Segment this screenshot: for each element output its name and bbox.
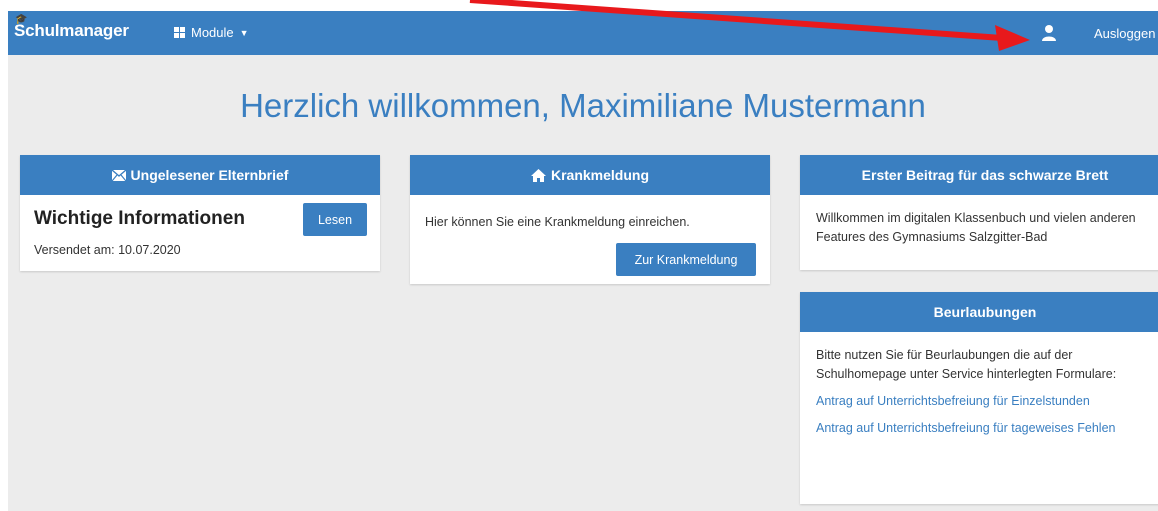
card-header: Beurlaubungen xyxy=(800,292,1158,332)
caret-down-icon: ▼ xyxy=(239,27,249,38)
card-header-label: Krankmeldung xyxy=(550,167,649,183)
card-header: Ungelesener Elternbrief xyxy=(20,155,380,195)
card-header: Erster Beitrag für das schwarze Brett xyxy=(800,155,1158,195)
brand-logo[interactable]: 🎓 Schulmanager xyxy=(14,14,129,41)
brand-name: Schulmanager xyxy=(14,21,129,40)
top-navbar: 🎓 Schulmanager Module ▼ Ausloggen xyxy=(8,11,1158,55)
module-menu[interactable]: Module ▼ xyxy=(174,25,249,40)
card-body: Bitte nutzen Sie für Beurlaubungen die a… xyxy=(800,332,1158,460)
card-sick-note: Krankmeldung Hier können Sie eine Krankm… xyxy=(410,155,770,284)
grid-icon xyxy=(174,27,185,38)
card-header-label: Ungelesener Elternbrief xyxy=(130,167,289,183)
board-text: Willkommen im digitalen Klassenbuch und … xyxy=(816,211,1136,244)
app-frame: 🎓 Schulmanager Module ▼ Ausloggen Herzli… xyxy=(8,11,1158,511)
letter-title: Wichtige Informationen xyxy=(34,208,245,229)
card-parent-letter: Ungelesener Elternbrief Wichtige Informa… xyxy=(20,155,380,271)
card-bulletin-board: Erster Beitrag für das schwarze Brett Wi… xyxy=(800,155,1158,270)
envelope-icon xyxy=(111,169,126,181)
card-header: Krankmeldung xyxy=(410,155,770,195)
sick-note-button[interactable]: Zur Krankmeldung xyxy=(616,243,756,276)
card-body: Willkommen im digitalen Klassenbuch und … xyxy=(800,195,1158,261)
link-single-lessons[interactable]: Antrag auf Unterrichtsbefreiung für Einz… xyxy=(816,392,1154,411)
page-title: Herzlich willkommen, Maximiliane Musterm… xyxy=(240,87,926,124)
read-button[interactable]: Lesen xyxy=(303,203,367,236)
logout-link[interactable]: Ausloggen xyxy=(1094,26,1155,41)
sick-note-text: Hier können Sie eine Krankmeldung einrei… xyxy=(425,215,690,229)
card-leave-requests: Beurlaubungen Bitte nutzen Sie für Beurl… xyxy=(800,292,1158,504)
user-icon[interactable] xyxy=(1041,24,1057,42)
leave-text: Bitte nutzen Sie für Beurlaubungen die a… xyxy=(816,348,1117,381)
card-header-label: Beurlaubungen xyxy=(933,304,1037,320)
graduation-cap-icon: 🎓 xyxy=(15,14,28,25)
module-label: Module xyxy=(191,25,234,40)
letter-sent-date: Versendet am: 10.07.2020 xyxy=(34,243,181,257)
home-icon xyxy=(530,168,546,182)
link-full-days[interactable]: Antrag auf Unterrichtsbefreiung für tage… xyxy=(816,419,1154,438)
card-header-label: Erster Beitrag für das schwarze Brett xyxy=(861,167,1109,183)
